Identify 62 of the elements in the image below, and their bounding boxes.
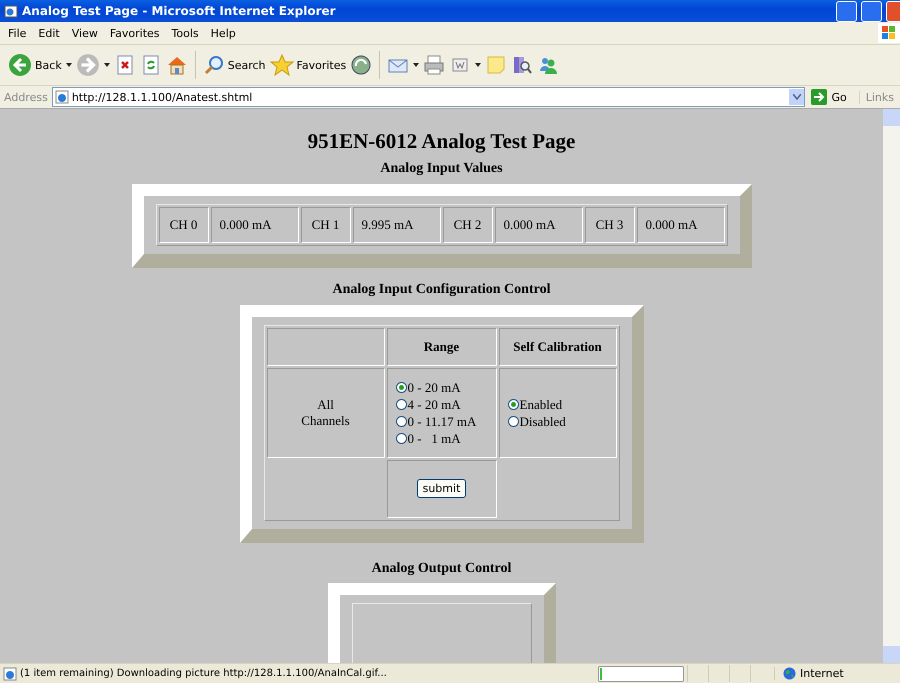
address-label: Address — [4, 90, 48, 104]
windows-logo-icon — [878, 23, 900, 43]
menu-item[interactable]: File — [2, 26, 32, 40]
section-heading: Analog Output Control — [372, 561, 512, 578]
radio-button[interactable] — [396, 398, 406, 410]
menu-item[interactable]: Favorites — [104, 26, 166, 40]
go-arrow-icon — [811, 89, 828, 105]
menu-item[interactable]: Help — [204, 26, 242, 40]
print-icon[interactable] — [423, 54, 446, 76]
radio-label: 0 - 1 mA — [408, 430, 461, 447]
radio-button[interactable] — [396, 382, 406, 393]
star-icon — [270, 54, 294, 76]
value-cell: 9.995 mA — [352, 206, 440, 243]
go-button[interactable]: Go — [809, 89, 855, 105]
menu-item[interactable]: View — [66, 26, 104, 40]
menu-item[interactable]: Tools — [166, 26, 205, 40]
search-icon — [202, 54, 225, 76]
search-button[interactable]: Search — [202, 54, 266, 76]
page-icon — [54, 90, 69, 104]
section-heading: Analog Input Values — [380, 161, 503, 178]
value-cell: 0.000 mA — [210, 206, 298, 243]
address-field[interactable]: http://128.1.1.100/Anatest.shtml — [52, 87, 806, 107]
radio-button[interactable] — [508, 398, 518, 410]
channel-cell: CH 3 — [584, 206, 634, 243]
dropdown-arrow-icon[interactable] — [104, 63, 110, 67]
browser-icon — [4, 4, 18, 18]
header-cell: Self Calibration — [498, 328, 616, 366]
radio-label: Enabled — [520, 396, 562, 413]
channel-cell: CH 1 — [300, 206, 350, 243]
radio-label: 4 - 20 mA — [408, 396, 461, 413]
channel-cell: CH 0 — [158, 206, 208, 243]
back-button[interactable]: Back — [8, 53, 62, 77]
radio-label: Disabled — [520, 412, 566, 430]
minimize-button[interactable] — [836, 0, 857, 22]
home-icon[interactable] — [166, 54, 188, 76]
value-cell: 0.000 mA — [494, 206, 582, 243]
page-title: 951EN-6012 Analog Test Page — [308, 129, 576, 154]
research-icon[interactable] — [511, 54, 534, 76]
header-cell: Range — [386, 328, 496, 366]
globe-icon — [783, 667, 796, 680]
page-icon — [3, 666, 17, 680]
dropdown-arrow-icon[interactable] — [475, 63, 482, 67]
section-heading: Analog Input Configuration Control — [332, 282, 550, 298]
value-cell: 0.000 mA — [636, 206, 724, 243]
dropdown-arrow-icon[interactable] — [413, 63, 420, 67]
radio-label: 0 - 20 mA — [408, 378, 461, 396]
radio-button[interactable] — [508, 416, 518, 427]
submit-button[interactable]: submit — [416, 479, 466, 498]
window-title: Analog Test Page - Microsoft Internet Explorer — [22, 4, 337, 18]
zone-label: Internet — [800, 667, 844, 680]
radio-button[interactable] — [396, 432, 406, 444]
status-text: (1 item remaining) Downloading picture http://128.1.1.100/AnaInCal.gif... — [20, 668, 388, 679]
menu-item[interactable]: Edit — [32, 26, 66, 40]
row-label: All Channels — [300, 396, 351, 429]
dropdown-arrow-icon[interactable] — [66, 63, 72, 67]
close-button[interactable] — [886, 0, 900, 22]
restore-button[interactable] — [861, 0, 882, 22]
radio-button[interactable] — [396, 416, 406, 427]
scrollbar[interactable] — [883, 109, 900, 663]
radio-label: 0 - 11.17 mA — [408, 412, 476, 430]
channel-cell: CH 2 — [442, 206, 492, 243]
favorites-button[interactable]: Favorites — [270, 54, 346, 76]
